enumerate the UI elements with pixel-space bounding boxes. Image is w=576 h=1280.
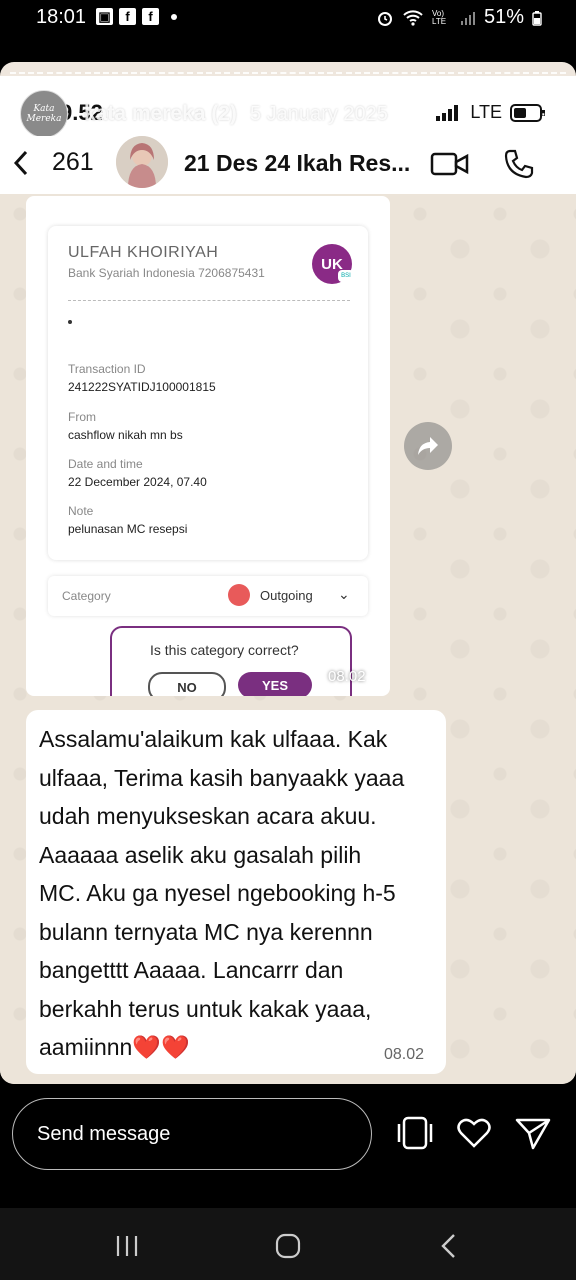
- chevron-down-icon: ⌄: [338, 586, 350, 602]
- status-bar: 18:01 ▣ f f Vo) LTE 51%: [0, 0, 576, 36]
- back-icon[interactable]: [438, 1232, 460, 1260]
- volte-badge: Vo) LTE: [431, 8, 447, 26]
- date-value: 22 December 2024, 07.40: [68, 475, 207, 489]
- person-photo-icon: [116, 136, 168, 188]
- notification-icons: ▣ f f: [96, 8, 177, 25]
- forward-icon: [418, 437, 438, 455]
- bank-logo-badge: BSI: [338, 270, 354, 282]
- text-message[interactable]: Assalamu'alaikum kak ulfaaa. Kak ulfaaa,…: [26, 710, 446, 1074]
- screenshot-network: LTE: [436, 102, 546, 123]
- unread-count: 261: [52, 148, 94, 176]
- bank-account: Bank Syariah Indonesia 7206875431: [68, 266, 265, 280]
- gallery-icon: ▣: [96, 8, 113, 25]
- category-confirm-box: Is this category correct? NO YES: [110, 626, 352, 696]
- story-avatar[interactable]: Kata Mereka: [20, 90, 68, 138]
- signal-icon: [436, 104, 459, 121]
- note-value: pelunasan MC resepsi: [68, 522, 188, 536]
- video-call-icon[interactable]: [430, 150, 470, 178]
- field-label: Note: [68, 504, 94, 518]
- confirm-question: Is this category correct?: [150, 642, 299, 658]
- back-button[interactable]: 261: [12, 148, 94, 177]
- category-value: Outgoing: [260, 588, 313, 603]
- field-label: Date and time: [68, 457, 143, 471]
- navigation-bar: [0, 1208, 576, 1280]
- heart-icon[interactable]: [455, 1114, 493, 1152]
- masked-amount: [68, 320, 72, 324]
- category-row: Category Outgoing ⌄: [48, 576, 368, 616]
- message-timestamp: 08.02: [384, 1046, 425, 1063]
- story-date: 5 January 2025: [250, 103, 388, 125]
- image-message[interactable]: ULFAH KHOIRIYAH Bank Syariah Indonesia 7…: [26, 196, 390, 696]
- status-time: 18:01: [36, 6, 87, 28]
- account-name: ULFAH KHOIRIYAH: [68, 244, 219, 261]
- share-icon[interactable]: [514, 1114, 552, 1152]
- story-viewer[interactable]: 9.52 LTE Kata Mereka kata mereka (2) 5 J…: [0, 62, 576, 1084]
- divider: [68, 300, 350, 301]
- no-button: NO: [148, 672, 226, 696]
- outgoing-icon: [228, 584, 250, 606]
- battery-icon: [532, 10, 542, 26]
- transaction-id: 241222SYATIDJ100001815: [68, 380, 216, 394]
- signal-icon: [460, 11, 475, 25]
- category-label: Category: [62, 589, 111, 603]
- field-label: From: [68, 410, 96, 424]
- send-message-placeholder: Send message: [37, 1123, 171, 1145]
- facebook-icon: f: [142, 8, 159, 25]
- network-type: LTE: [470, 102, 502, 122]
- chat-header: 261 21 Des 24 Ikah Res...: [0, 136, 576, 194]
- wifi-icon: [403, 9, 423, 26]
- contact-name[interactable]: 21 Des 24 Ikah Res...: [184, 150, 410, 177]
- from-value: cashflow nikah mn bs: [68, 428, 183, 442]
- forward-button[interactable]: [404, 422, 452, 470]
- story-progress-bar: [10, 72, 566, 75]
- message-text: Assalamu'alaikum kak ulfaaa. Kak ulfaaa,…: [39, 726, 405, 1060]
- back-arrow-icon: [13, 150, 28, 175]
- facebook-icon: f: [119, 8, 136, 25]
- send-message-input[interactable]: Send message: [12, 1098, 372, 1170]
- story-username[interactable]: kata mereka (2): [84, 102, 237, 126]
- receipt-card: ULFAH KHOIRIYAH Bank Syariah Indonesia 7…: [48, 226, 368, 560]
- alarm-icon: [377, 11, 392, 26]
- contact-avatar[interactable]: [116, 136, 168, 188]
- battery-percent: 51%: [483, 6, 524, 28]
- recent-apps-icon[interactable]: [114, 1234, 140, 1258]
- more-notifications-icon: [171, 14, 177, 20]
- field-label: Transaction ID: [68, 362, 146, 376]
- home-icon[interactable]: [274, 1232, 302, 1260]
- phone-call-icon[interactable]: [503, 148, 535, 180]
- more-options-icon[interactable]: · · ·: [540, 96, 547, 132]
- yes-button: YES: [238, 672, 312, 696]
- image-timestamp: 08.02: [328, 668, 366, 685]
- sticker-icon[interactable]: [396, 1114, 434, 1152]
- status-right: Vo) LTE 51%: [376, 6, 542, 29]
